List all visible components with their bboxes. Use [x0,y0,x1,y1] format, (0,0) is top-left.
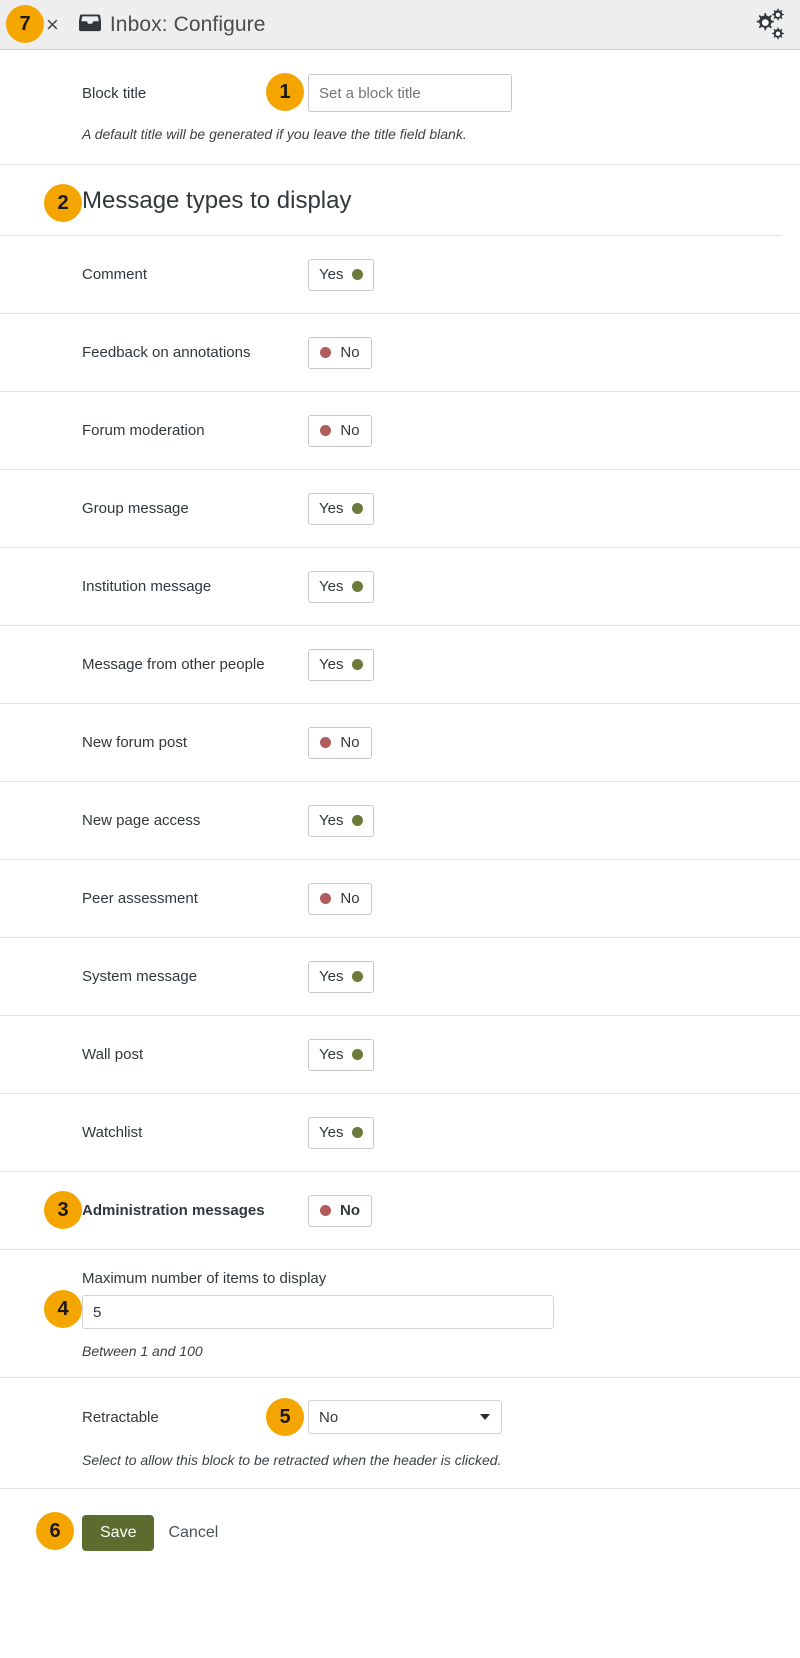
message-type-label: New forum post [82,734,188,751]
message-type-label: Watchlist [82,1124,143,1141]
message-type-label: Message from other people [82,656,265,673]
toggle-value: Yes [319,968,344,985]
yes-no-toggle[interactable]: Yes [308,258,375,291]
max-items-row: 4 Maximum number of items to display Bet… [0,1250,800,1378]
form-footer: 6 Save Cancel [0,1489,800,1551]
status-dot-on [352,1049,364,1060]
annotation-badge-6: 6 [36,1512,74,1550]
retractable-row: Retractable 5 No Select to allow this bl… [0,1378,800,1489]
message-type-label: Institution message [82,578,212,595]
message-type-row: Forum moderation No [0,392,800,470]
message-type-label: Forum moderation [82,422,205,439]
message-type-row: Institution message Yes [0,548,800,626]
message-type-row: New page access Yes [0,782,800,860]
modal-title-group: Inbox: Configure [78,12,266,37]
block-title-help: A default title will be generated if you… [82,126,467,142]
annotation-badge-3: 3 [44,1191,82,1229]
retractable-selected-value: No [319,1408,339,1426]
administration-messages-label: Administration messages [82,1202,265,1219]
configure-form: Block title 1 A default title will be ge… [0,50,800,1551]
toggle-value: Yes [319,812,344,829]
yes-no-toggle[interactable]: Yes [308,1038,375,1071]
status-dot-off [320,893,332,904]
toggle-value: No [340,422,360,439]
message-type-row: Feedback on annotations No [0,314,800,392]
yes-no-toggle[interactable]: No [308,882,372,915]
yes-no-toggle[interactable]: No [308,414,372,447]
yes-no-toggle[interactable]: Yes [308,648,375,681]
cancel-button[interactable]: Cancel [168,1524,218,1542]
yes-no-toggle[interactable]: No [308,336,372,369]
annotation-badge-2: 2 [44,184,82,222]
yes-no-toggle[interactable]: Yes [308,1116,375,1149]
status-dot-on [352,971,364,982]
status-dot-on [352,659,364,670]
message-type-row: Comment Yes [0,236,800,314]
message-types-heading: 2 Message types to display [0,165,782,236]
message-type-label: Feedback on annotations [82,344,251,361]
status-dot-off [320,737,332,748]
message-type-label: Comment [82,266,148,283]
close-icon[interactable]: × [46,13,59,36]
toggle-value: Yes [319,1046,344,1063]
toggle-value: Yes [319,656,344,673]
toggle-value: No [340,890,360,907]
retractable-select[interactable]: No [308,1400,502,1434]
message-type-row: Watchlist Yes [0,1094,800,1172]
toggle-value: Yes [319,1124,344,1141]
message-type-label: Peer assessment [82,890,198,907]
administration-messages-row: 3 Administration messages No [0,1172,800,1250]
yes-no-toggle[interactable]: Yes [308,492,375,525]
message-type-row: Peer assessment No [0,860,800,938]
toggle-value: No [340,734,360,751]
toggle-value: Yes [319,578,344,595]
status-dot-on [352,581,364,592]
yes-no-toggle[interactable]: No [308,726,372,759]
annotation-badge-5: 5 [266,1398,304,1436]
inbox-icon [78,13,101,37]
block-title-row: Block title 1 A default title will be ge… [0,50,800,165]
message-type-row: Group message Yes [0,470,800,548]
toggle-value: No [340,1202,360,1219]
cogs-icon[interactable] [746,7,786,48]
status-dot-off [320,425,332,436]
yes-no-toggle[interactable]: No [308,1194,372,1227]
message-type-row: System message Yes [0,938,800,1016]
message-types-heading-text: Message types to display [82,187,352,214]
status-dot-on [352,503,364,514]
message-type-row: New forum post No [0,704,800,782]
modal-header: × Inbox: Configure [0,0,800,50]
message-type-row: Message from other people Yes [0,626,800,704]
max-items-input[interactable] [82,1295,554,1329]
message-type-label: Group message [82,500,189,517]
message-type-label: System message [82,968,198,985]
message-type-row: Wall post Yes [0,1016,800,1094]
block-title-input[interactable] [308,74,512,112]
status-dot-off [320,1205,331,1216]
max-items-label: Maximum number of items to display [82,1270,327,1287]
annotation-badge-4: 4 [44,1290,82,1328]
max-items-note: Between 1 and 100 [82,1343,203,1359]
annotation-badge-7: 7 [6,5,44,43]
status-dot-on [352,815,364,826]
message-type-list: Comment Yes Feedback on annotations No Forum… [0,236,800,1172]
yes-no-toggle[interactable]: Yes [308,960,375,993]
yes-no-toggle[interactable]: Yes [308,570,375,603]
status-dot-off [320,347,332,358]
save-button[interactable]: Save [82,1515,155,1551]
toggle-value: No [340,344,360,361]
annotation-badge-1: 1 [266,73,304,111]
message-type-label: New page access [82,812,201,829]
retractable-note: Select to allow this block to be retract… [82,1452,502,1468]
status-dot-on [352,269,364,280]
status-dot-on [352,1127,364,1138]
toggle-value: Yes [319,266,344,283]
yes-no-toggle[interactable]: Yes [308,804,375,837]
message-type-label: Wall post [82,1046,144,1063]
toggle-value: Yes [319,500,344,517]
page-title: Inbox: Configure [109,12,266,36]
